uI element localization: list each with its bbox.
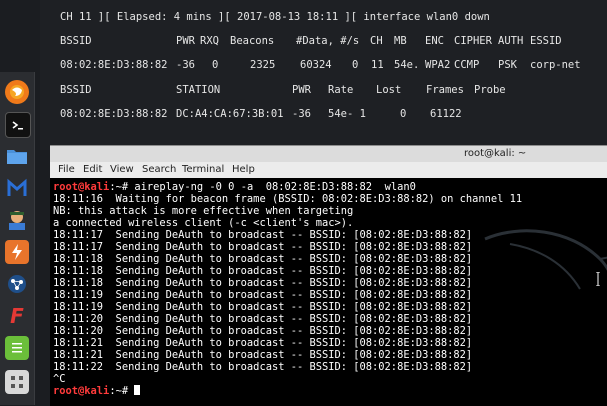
terminal-window[interactable]: root@kali: ~ File Edit View Search Termi… <box>50 145 607 406</box>
menu-search[interactable]: Search <box>142 162 176 178</box>
files-icon[interactable] <box>5 144 29 168</box>
metasploit-icon[interactable] <box>5 176 29 200</box>
menu-bar: File Edit View Search Terminal Help <box>50 162 607 178</box>
ap-auth: PSK <box>498 59 517 71</box>
output-line: 18:11:19 Sending DeAuth to broadcast -- … <box>53 289 473 301</box>
output-line: 18:11:22 Sending DeAuth to broadcast -- … <box>53 361 473 373</box>
firefox-icon[interactable] <box>5 80 29 104</box>
sta-col-bssid: BSSID <box>60 84 92 96</box>
ap-rxq: 0 <box>212 59 219 71</box>
sta-lost: 0 <box>400 108 407 120</box>
burpsuite-icon[interactable] <box>5 240 29 264</box>
kali-dragon-watermark <box>484 229 607 290</box>
ap-enc: WPA2 <box>425 59 451 71</box>
text-cursor <box>134 385 141 395</box>
sta-col-station: STATION <box>176 84 221 96</box>
sta-pwr: -36 <box>292 108 311 120</box>
output-line: a connected wireless client (-c <client'… <box>53 217 354 229</box>
airodump-status-line: CH 11 ][ Elapsed: 4 mins ][ 2017-08-13 1… <box>60 11 490 23</box>
prompt-user: root@kali <box>53 181 110 193</box>
armitage-icon[interactable] <box>5 208 29 232</box>
ap-data: 60324 <box>300 59 332 71</box>
menu-help[interactable]: Help <box>232 162 255 178</box>
output-line: 18:11:18 Sending DeAuth to broadcast -- … <box>53 265 473 277</box>
sta-bssid: 08:02:8E:D3:88:82 <box>60 108 168 120</box>
sta-rate: 54e- 1 <box>328 108 366 120</box>
ap-beacons: 2325 <box>250 59 276 71</box>
ap-pwr: -36 <box>176 59 195 71</box>
maltego-icon[interactable] <box>5 272 29 296</box>
sta-col-probe: Probe <box>474 84 506 96</box>
faraday-icon[interactable]: F <box>5 304 29 328</box>
sta-frames: 61122 <box>430 108 462 120</box>
menu-edit[interactable]: Edit <box>83 162 102 178</box>
app-grid-icon[interactable] <box>5 370 29 394</box>
ap-essid: corp-net <box>530 59 581 71</box>
output-line: 18:11:18 Sending DeAuth to broadcast -- … <box>53 277 473 289</box>
sta-col-rate: Rate <box>328 84 354 96</box>
ap-bssid: 08:02:8E:D3:88:82 <box>60 59 168 71</box>
sta-col-lost: Lost <box>376 84 402 96</box>
window-title: root@kali: ~ <box>464 148 527 159</box>
airodump-terminal: CH 11 ][ Elapsed: 4 mins ][ 2017-08-13 1… <box>40 0 607 150</box>
ap-rate: 0 <box>352 59 359 71</box>
terminal-output[interactable]: root@kali:~# aireplay-ng -0 0 -a 08:02:8… <box>50 179 607 406</box>
ap-col-beacons: Beacons <box>230 35 275 47</box>
output-line: 18:11:17 Sending DeAuth to broadcast -- … <box>53 241 473 253</box>
ap-mb: 54e. <box>394 59 420 71</box>
ap-col-rxq: RXQ <box>200 35 219 47</box>
output-line: 18:11:21 Sending DeAuth to broadcast -- … <box>53 337 473 349</box>
output-line: NB: this attack is more effective when t… <box>53 205 354 217</box>
ap-col-cipher: CIPHER <box>454 35 492 47</box>
sta-col-pwr: PWR <box>292 84 311 96</box>
ap-col-pwr: PWR <box>176 35 195 47</box>
ap-cipher: CCMP <box>454 59 480 71</box>
menu-view[interactable]: View <box>110 162 134 178</box>
terminal-icon[interactable] <box>5 112 31 138</box>
ap-ch: 11 <box>371 59 384 71</box>
command-line: root@kali:~# aireplay-ng -0 0 -a 08:02:8… <box>53 181 416 193</box>
window-titlebar[interactable]: root@kali: ~ <box>50 146 607 162</box>
mouse-ibeam-cursor <box>596 272 600 286</box>
output-line: 18:11:16 Waiting for beacon frame (BSSID… <box>53 193 523 205</box>
leafpad-icon[interactable] <box>5 336 29 360</box>
ap-col-mb: MB <box>394 35 407 47</box>
ap-col-ch: CH <box>370 35 383 47</box>
final-prompt-user: root@kali <box>53 385 110 397</box>
ap-col-enc: ENC <box>425 35 444 47</box>
menu-file[interactable]: File <box>58 162 75 178</box>
output-line: 18:11:21 Sending DeAuth to broadcast -- … <box>53 349 473 361</box>
final-prompt-separator: :~# <box>109 385 135 397</box>
output-line: ^C <box>53 373 66 385</box>
menu-terminal[interactable]: Terminal <box>182 162 224 178</box>
prompt-separator: :~# <box>109 181 135 193</box>
sta-station: DC:A4:CA:67:3B:01 <box>176 108 284 120</box>
ap-col-data: #Data, #/s <box>296 35 360 47</box>
command-text: aireplay-ng -0 0 -a 08:02:8E:D3:88:82 wl… <box>134 181 416 193</box>
output-line: 18:11:18 Sending DeAuth to broadcast -- … <box>53 253 473 265</box>
ap-col-auth: AUTH <box>498 35 524 47</box>
ap-col-bssid: BSSID <box>60 35 92 47</box>
final-prompt-line[interactable]: root@kali:~# <box>53 385 141 397</box>
app-dock: F <box>0 72 35 405</box>
output-line: 18:11:17 Sending DeAuth to broadcast -- … <box>53 229 473 241</box>
sta-col-frames: Frames <box>426 84 464 96</box>
output-line: 18:11:19 Sending DeAuth to broadcast -- … <box>53 301 473 313</box>
output-line: 18:11:20 Sending DeAuth to broadcast -- … <box>53 325 473 337</box>
output-line: 18:11:20 Sending DeAuth to broadcast -- … <box>53 313 473 325</box>
ap-col-essid: ESSID <box>530 35 562 47</box>
